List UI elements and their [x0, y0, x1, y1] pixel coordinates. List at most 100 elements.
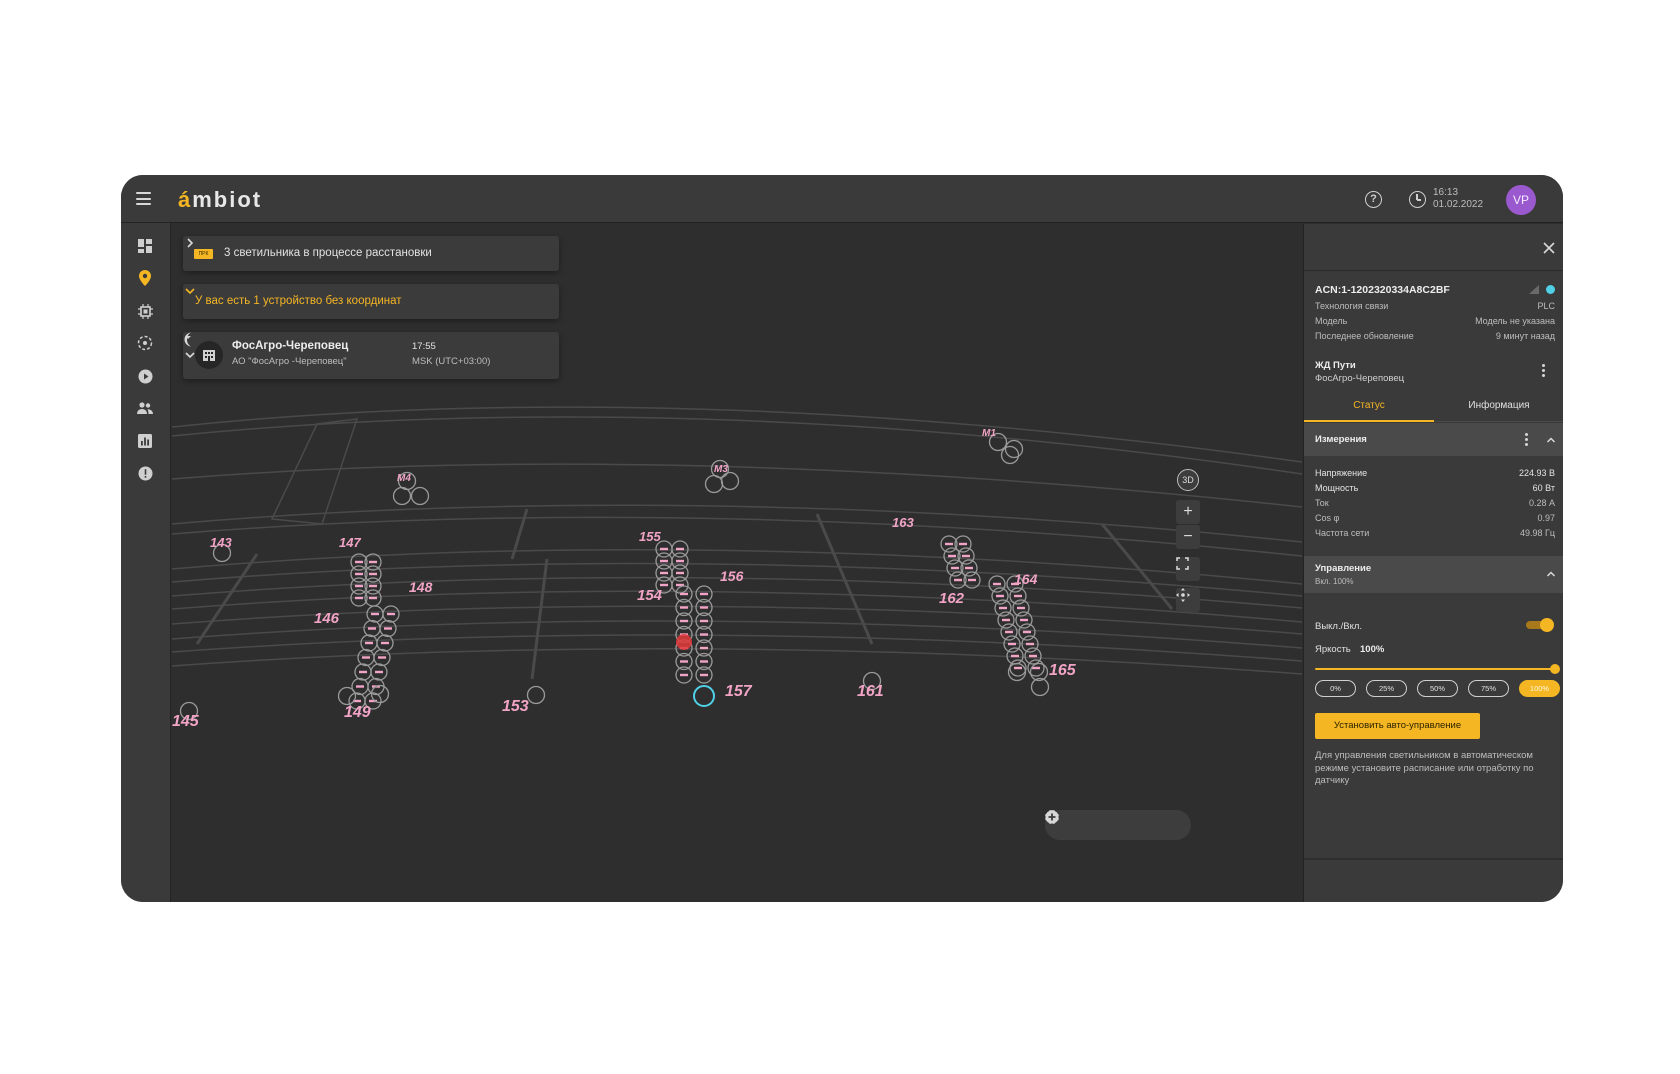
pole-label: 148 — [409, 579, 433, 595]
measurement-value: 60 Вт — [1532, 483, 1555, 493]
site-selector[interactable]: ФосАгро-Череповец АО "ФосАгро -Череповец… — [183, 332, 559, 379]
railway-spur — [1100, 523, 1174, 610]
light-pole-glyph — [996, 594, 1004, 598]
clock-date: 01.02.2022 — [1433, 199, 1484, 210]
site-time: 17:55 — [412, 341, 436, 352]
tab-status[interactable]: Статус — [1304, 394, 1434, 422]
brightness-slider[interactable] — [1315, 664, 1560, 674]
pole-label: 164 — [1014, 571, 1038, 587]
light-pole-glyph — [676, 559, 684, 563]
map-toolbar — [1045, 810, 1191, 840]
alerts-icon[interactable] — [136, 464, 154, 482]
more-options-icon[interactable] — [1525, 433, 1529, 447]
help-icon[interactable]: ? — [1365, 191, 1382, 208]
reports-icon[interactable] — [136, 432, 154, 450]
more-options-icon[interactable] — [1542, 364, 1546, 378]
device-icon[interactable] — [136, 302, 154, 320]
field-value: 9 минут назад — [1495, 331, 1555, 341]
light-pole-glyph — [945, 542, 953, 546]
light-pole-glyph — [962, 554, 970, 558]
close-icon[interactable] — [1542, 241, 1556, 255]
map-pin-icon[interactable] — [136, 269, 154, 287]
fullscreen-button[interactable] — [1176, 557, 1200, 581]
light-pole-glyph — [378, 656, 386, 659]
chevron-up-icon[interactable] — [1546, 435, 1556, 445]
group-title: ЖД Пути — [1315, 360, 1356, 371]
view-3d-button[interactable]: 3D — [1177, 469, 1199, 491]
zoom-out-button[interactable]: − — [1176, 525, 1200, 549]
lamp-icon[interactable] — [1045, 810, 1127, 834]
divider — [1304, 270, 1563, 271]
online-status-dot — [1546, 285, 1555, 294]
pole-label: 161 — [857, 683, 884, 700]
preset-25-button[interactable]: 25% — [1366, 680, 1407, 697]
chip-icon[interactable] — [1045, 810, 1154, 834]
light-pole-glyph — [1026, 642, 1034, 646]
pole-label: M1 — [982, 428, 996, 439]
light-pole-glyph — [375, 670, 383, 674]
light-pole-glyph — [700, 633, 708, 636]
zoom-in-button[interactable]: + — [1176, 500, 1200, 524]
auto-control-button[interactable]: Установить авто-управление — [1315, 713, 1480, 739]
menu-icon[interactable] — [136, 192, 151, 205]
pole-label: 145 — [172, 713, 200, 730]
device-id: ACN:1-1202320334A8C2BF — [1315, 284, 1450, 296]
chevron-down-icon[interactable] — [183, 284, 197, 298]
placement-notice[interactable]: ПРК 3 светильника в процессе расстановки — [183, 236, 559, 271]
tab-info[interactable]: Информация — [1434, 394, 1563, 422]
map-view[interactable]: M1 M3 M4 143 145 146 147 148 149 153 154 155 156 157 1… — [172, 224, 1302, 902]
measurement-row: Частота сети 49.98 Гц — [1315, 528, 1555, 538]
dashboard-icon[interactable] — [136, 237, 154, 255]
site-name: ФосАгро-Череповец — [232, 340, 349, 352]
power-toggle[interactable] — [1526, 618, 1554, 632]
app-window: ámbiot ? 16:13 01.02.2022 VP M1 M3 M4 14… — [121, 175, 1563, 902]
measurement-key: Частота сети — [1315, 528, 1370, 538]
recenter-button[interactable] — [1176, 588, 1200, 612]
field-key: Последнее обновление — [1315, 331, 1414, 341]
zones-icon[interactable] — [136, 334, 154, 352]
chevron-down-icon[interactable] — [183, 348, 197, 362]
light-pole-glyph — [959, 542, 967, 546]
no-coords-notice[interactable]: У вас есть 1 устройство без координат — [183, 284, 559, 319]
control-header[interactable]: Управление Вкл. 100% — [1304, 556, 1563, 593]
chevron-right-icon[interactable] — [183, 236, 197, 250]
chevron-up-icon[interactable] — [1546, 569, 1556, 579]
light-pole-glyph — [369, 596, 377, 600]
no-coords-text: У вас есть 1 устройство без координат — [195, 295, 402, 307]
light-pole-glyph — [999, 606, 1007, 610]
light-pole-glyph — [948, 554, 956, 558]
light-pole-glyph — [660, 547, 668, 551]
selected-pole-marker — [693, 685, 715, 707]
control-title: Управление — [1315, 563, 1372, 574]
light-pole-glyph — [365, 641, 373, 645]
light-pole-glyph — [369, 560, 377, 564]
light-pole-marker — [337, 686, 357, 706]
light-pole-glyph — [355, 560, 363, 564]
light-pole-glyph — [954, 578, 962, 582]
railway-track — [172, 605, 1302, 635]
light-pole-glyph — [676, 547, 684, 551]
measurements-header[interactable]: Измерения — [1304, 423, 1563, 456]
measurement-key: Мощность — [1315, 483, 1359, 493]
map-canvas[interactable]: M1 M3 M4 143 145 146 147 148 149 153 154 155 156 157 1… — [172, 224, 1302, 902]
light-pole-glyph — [1002, 618, 1010, 622]
light-pole-glyph — [1029, 654, 1037, 658]
preset-100-button[interactable]: 100% — [1519, 680, 1560, 697]
light-pole-marker — [704, 474, 724, 494]
circle-tool-icon[interactable] — [1045, 810, 1100, 834]
avatar[interactable]: VP — [1506, 185, 1536, 215]
light-pole-glyph — [680, 606, 688, 609]
light-pole-glyph — [1008, 642, 1016, 646]
light-pole-glyph — [369, 584, 377, 588]
slider-thumb[interactable] — [1550, 664, 1560, 674]
preset-50-button[interactable]: 50% — [1417, 680, 1458, 697]
light-pole-glyph — [369, 572, 377, 576]
play-icon[interactable] — [136, 367, 154, 385]
railway-spur — [195, 553, 259, 645]
users-icon[interactable] — [136, 399, 154, 417]
field-row: Технология связи PLC — [1315, 301, 1555, 311]
preset-75-button[interactable]: 75% — [1468, 680, 1509, 697]
add-icon[interactable] — [1045, 810, 1181, 834]
preset-0-button[interactable]: 0% — [1315, 680, 1356, 697]
measurements-title: Измерения — [1315, 434, 1367, 445]
